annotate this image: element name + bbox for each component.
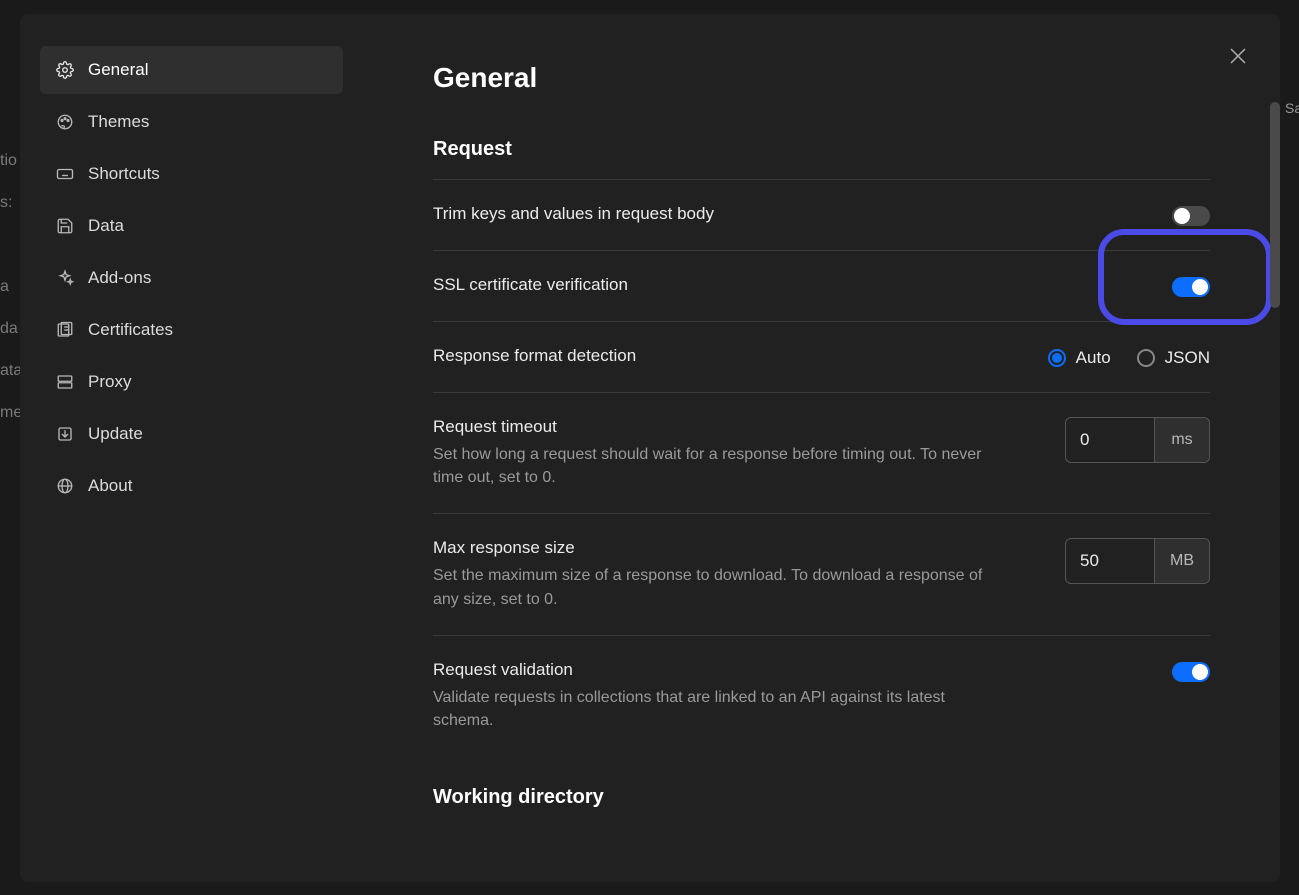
sidebar-item-themes[interactable]: Themes [40, 98, 343, 146]
page-title: General [433, 62, 1210, 94]
response-format-radio-group: Auto JSON [1048, 348, 1210, 368]
max-response-size-field: MB [1065, 538, 1210, 584]
sidebar-item-update[interactable]: Update [40, 410, 343, 458]
setting-label: Trim keys and values in request body [433, 204, 714, 224]
close-icon [1226, 55, 1250, 72]
setting-label: Max response size [433, 538, 993, 558]
trim-keys-toggle[interactable] [1172, 206, 1210, 226]
unit-label: ms [1154, 418, 1209, 462]
sidebar-item-addons[interactable]: Add-ons [40, 254, 343, 302]
sidebar-item-data[interactable]: Data [40, 202, 343, 250]
section-heading-working-directory: Working directory [433, 786, 1210, 809]
gear-icon [56, 61, 74, 79]
sidebar-item-label: Certificates [88, 320, 173, 340]
sidebar-item-label: About [88, 476, 132, 496]
setting-label: SSL certificate verification [433, 275, 628, 295]
sidebar-item-label: Shortcuts [88, 164, 160, 184]
radio-label: JSON [1165, 348, 1210, 368]
save-icon [56, 217, 74, 235]
close-button[interactable] [1226, 44, 1250, 68]
setting-description: Validate requests in collections that ar… [433, 686, 993, 732]
sidebar-item-certificates[interactable]: Certificates [40, 306, 343, 354]
download-icon [56, 425, 74, 443]
sidebar-item-label: Proxy [88, 372, 131, 392]
request-timeout-field: ms [1065, 417, 1210, 463]
sidebar-item-about[interactable]: About [40, 462, 343, 510]
background-obscured-text-right: Sa [1285, 100, 1299, 125]
keyboard-icon [56, 165, 74, 183]
setting-response-format: Response format detection Auto JSON [433, 321, 1210, 392]
setting-request-timeout: Request timeout Set how long a request s… [433, 392, 1210, 513]
setting-description: Set how long a request should wait for a… [433, 443, 993, 489]
sidebar-item-label: General [88, 60, 148, 80]
sparkle-icon [56, 269, 74, 287]
setting-label: Response format detection [433, 346, 636, 366]
radio-indicator [1048, 349, 1066, 367]
request-timeout-input[interactable] [1066, 418, 1154, 462]
globe-icon [56, 477, 74, 495]
request-validation-toggle[interactable] [1172, 662, 1210, 682]
setting-label: Request validation [433, 660, 993, 680]
max-response-size-input[interactable] [1066, 539, 1154, 583]
settings-content: General Request Trim keys and values in … [363, 14, 1280, 882]
toggle-knob [1174, 208, 1190, 224]
server-icon [56, 373, 74, 391]
certificate-icon [56, 321, 74, 339]
setting-trim-keys: Trim keys and values in request body [433, 179, 1210, 250]
setting-max-response-size: Max response size Set the maximum size o… [433, 513, 1210, 634]
setting-label: Request timeout [433, 417, 993, 437]
sidebar-item-label: Update [88, 424, 143, 444]
sidebar-item-proxy[interactable]: Proxy [40, 358, 343, 406]
radio-option-auto[interactable]: Auto [1048, 348, 1111, 368]
toggle-knob [1192, 279, 1208, 295]
toggle-knob [1192, 664, 1208, 680]
palette-icon [56, 113, 74, 131]
settings-modal: General Themes Shortcuts Data Add-ons [20, 14, 1280, 882]
radio-option-json[interactable]: JSON [1137, 348, 1210, 368]
sidebar-item-label: Themes [88, 112, 149, 132]
setting-ssl-verification: SSL certificate verification [433, 250, 1210, 321]
radio-indicator [1137, 349, 1155, 367]
ssl-verification-toggle[interactable] [1172, 277, 1210, 297]
setting-description: Set the maximum size of a response to do… [433, 564, 993, 610]
unit-label: MB [1154, 539, 1209, 583]
sidebar-item-shortcuts[interactable]: Shortcuts [40, 150, 343, 198]
settings-sidebar: General Themes Shortcuts Data Add-ons [20, 14, 363, 882]
setting-request-validation: Request validation Validate requests in … [433, 635, 1210, 756]
section-heading-request: Request [433, 138, 1210, 161]
radio-label: Auto [1076, 348, 1111, 368]
sidebar-item-label: Add-ons [88, 268, 151, 288]
sidebar-item-general[interactable]: General [40, 46, 343, 94]
sidebar-item-label: Data [88, 216, 124, 236]
scrollbar-thumb[interactable] [1270, 102, 1280, 308]
